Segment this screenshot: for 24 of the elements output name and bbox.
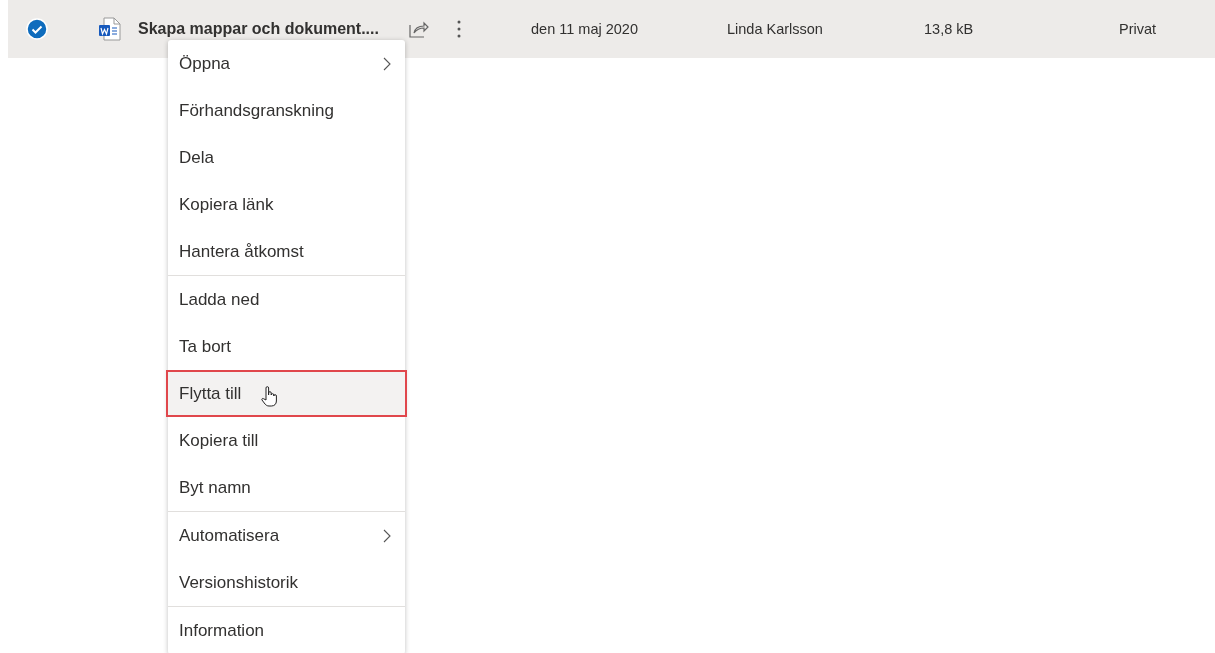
checkmark-icon[interactable]: [26, 18, 48, 40]
modified-by: Linda Karlsson: [727, 21, 824, 37]
file-size: 13,8 kB: [924, 21, 975, 37]
more-options-icon[interactable]: [457, 20, 461, 38]
menu-item[interactable]: Ta bort: [168, 323, 405, 370]
menu-item[interactable]: Automatisera: [168, 512, 405, 559]
menu-item[interactable]: Dela: [168, 134, 405, 181]
share-icon[interactable]: [409, 20, 429, 38]
file-name[interactable]: Skapa mappar och dokument....: [138, 20, 403, 38]
hand-cursor-icon: [260, 385, 278, 407]
menu-item[interactable]: Byt namn: [168, 464, 405, 512]
menu-item[interactable]: Kopiera länk: [168, 181, 405, 228]
menu-item[interactable]: Förhandsgranskning: [168, 87, 405, 134]
chevron-right-icon: [383, 528, 391, 543]
menu-item[interactable]: Hantera åtkomst: [168, 228, 405, 276]
menu-item[interactable]: Information: [168, 607, 405, 653]
sharing-status: Privat: [1119, 21, 1157, 37]
menu-item[interactable]: Flytta till: [166, 370, 407, 417]
menu-item[interactable]: Kopiera till: [168, 417, 405, 464]
modified-date: den 11 maj 2020: [531, 21, 639, 37]
menu-item[interactable]: Versionshistorik: [168, 559, 405, 607]
chevron-right-icon: [383, 56, 391, 71]
word-document-icon: [97, 16, 123, 42]
menu-item[interactable]: Ladda ned: [168, 276, 405, 323]
